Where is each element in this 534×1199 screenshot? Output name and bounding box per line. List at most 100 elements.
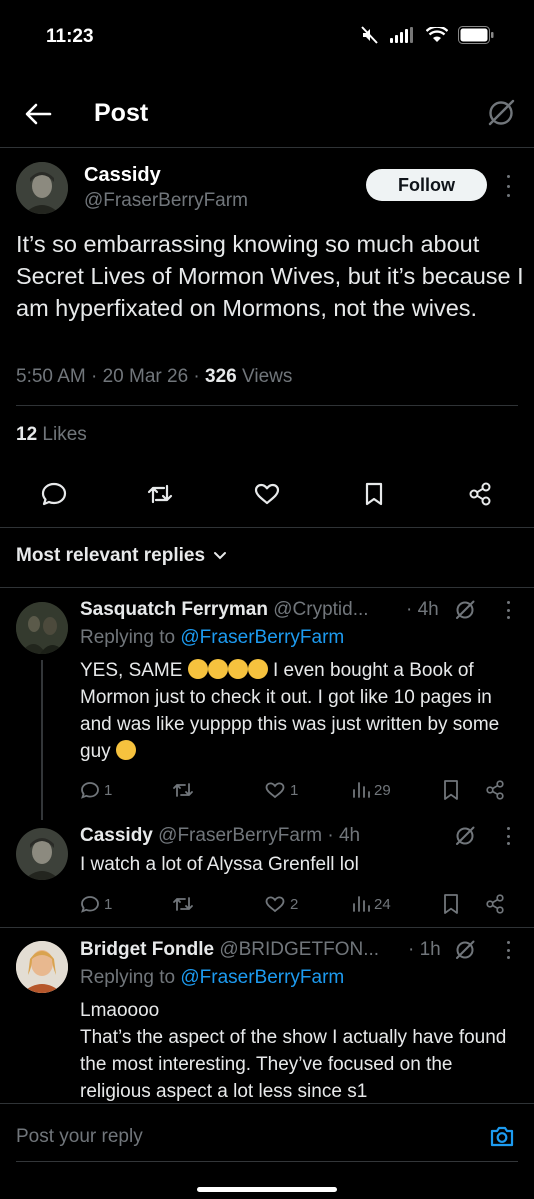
home-indicator[interactable] — [197, 1187, 337, 1192]
meta-divider — [16, 405, 518, 406]
replies-sort-dropdown[interactable]: Most relevant replies — [16, 545, 227, 567]
header-divider — [0, 147, 534, 148]
joy-emoji-icon — [207, 659, 228, 679]
reply-author-name[interactable]: Sasquatch Ferryman — [80, 599, 268, 620]
grok-icon[interactable] — [454, 939, 476, 961]
reply-more-icon[interactable] — [502, 827, 514, 845]
status-icons — [360, 26, 494, 44]
author-name[interactable]: Cassidy — [84, 164, 161, 187]
reply-reply-button[interactable]: 1 — [80, 890, 112, 918]
reply-more-icon[interactable] — [502, 941, 514, 959]
battery-icon — [458, 26, 494, 44]
reply-like-button[interactable]: 2 — [264, 890, 298, 918]
status-bar: 11:23 — [0, 0, 534, 80]
bookmark-icon[interactable] — [441, 779, 461, 801]
reply-input[interactable]: Post your reply — [16, 1126, 143, 1148]
reply-composer: Post your reply — [0, 1103, 534, 1199]
reply-count: 1 — [104, 781, 113, 799]
share-icon[interactable] — [466, 480, 494, 508]
reply-header: Cassidy @FraserBerryFarm · 4h — [80, 825, 360, 847]
post-views-label: Views — [236, 366, 293, 387]
likes-summary[interactable]: 12 Likes — [16, 424, 87, 446]
joy-emoji-icon — [227, 659, 248, 679]
chevron-down-icon — [214, 552, 227, 560]
like-icon — [265, 782, 285, 799]
likes-label: Likes — [37, 424, 87, 445]
camera-icon[interactable] — [488, 1122, 516, 1150]
replying-prefix: Replying to — [80, 627, 181, 648]
repost-icon[interactable] — [146, 480, 174, 508]
views-icon — [353, 896, 370, 912]
reply-repost-button[interactable] — [172, 776, 198, 804]
reply-views-button[interactable]: 29 — [352, 776, 391, 804]
reply-age: · 1h — [408, 939, 441, 960]
like-count: 1 — [290, 781, 299, 799]
like-icon — [265, 896, 285, 913]
joy-emoji-icon — [247, 659, 268, 679]
reply-avatar[interactable] — [16, 941, 68, 993]
reply-count: 1 — [104, 895, 113, 913]
reply-icon[interactable] — [40, 480, 68, 508]
reply-repost-button[interactable] — [172, 890, 198, 918]
avatar-image — [16, 941, 68, 993]
post-meta: 5:50 AM · 20 Mar 26 · 326 Views — [16, 366, 292, 388]
bookmark-icon[interactable] — [441, 893, 461, 915]
grok-icon[interactable] — [486, 98, 516, 128]
reply-author-name[interactable]: Cassidy — [80, 825, 153, 846]
grok-icon[interactable] — [454, 599, 476, 621]
replying-to-link[interactable]: @FraserBerryFarm — [180, 627, 344, 648]
silent-mode-icon — [361, 26, 378, 44]
post-text: It’s so embarrassing knowing so much abo… — [16, 231, 524, 321]
likes-count: 12 — [16, 424, 38, 445]
reply-age: · 4h — [322, 825, 361, 846]
views-count: 24 — [374, 895, 391, 913]
reply-age: · 4h — [406, 599, 439, 620]
repost-icon — [173, 783, 193, 797]
reply-reply-button[interactable]: 1 — [80, 776, 112, 804]
like-icon[interactable] — [253, 480, 281, 508]
reply-views-button[interactable]: 24 — [352, 890, 391, 918]
reply-text-rest: That’s the aspect of the show I actually… — [80, 1027, 507, 1102]
more-options-icon[interactable] — [502, 175, 514, 197]
composer-underline — [16, 1161, 518, 1162]
replying-to: Replying to @FraserBerryFarm — [80, 967, 344, 989]
replies-sort-label: Most relevant replies — [16, 545, 206, 566]
share-icon[interactable] — [484, 779, 506, 801]
grok-icon[interactable] — [454, 825, 476, 847]
reply-author-handle[interactable]: @Cryptid... — [273, 599, 368, 620]
repost-icon — [173, 897, 193, 911]
cellular-signal-icon — [390, 27, 413, 43]
views-icon — [353, 782, 370, 798]
avatar-image — [16, 162, 68, 214]
reply-header: Sasquatch Ferryman @Cryptid... — [80, 599, 369, 621]
action-divider — [0, 527, 534, 528]
reply-avatar[interactable] — [16, 828, 68, 880]
reply-text-line1: Lmaoooo — [80, 1000, 160, 1021]
author-handle[interactable]: @FraserBerryFarm — [84, 190, 248, 212]
avatar-image — [16, 602, 68, 654]
post-views-count: 326 — [205, 366, 237, 387]
back-arrow-icon[interactable] — [22, 98, 54, 130]
reply-text: YES, SAME I even bought a Book of Mormon… — [80, 657, 520, 765]
reply-action-bar: 1 1 29 — [0, 776, 534, 804]
reply-more-icon[interactable] — [502, 601, 514, 619]
bookmark-icon[interactable] — [360, 480, 388, 508]
status-time: 11:23 — [46, 26, 94, 47]
author-avatar[interactable] — [16, 162, 68, 214]
reply-icon — [81, 896, 99, 913]
reply-author-name[interactable]: Bridget Fondle — [80, 939, 214, 960]
reply-author-handle[interactable]: @FraserBerryFarm — [158, 825, 322, 846]
reply-like-button[interactable]: 1 — [264, 776, 298, 804]
follow-button[interactable]: Follow — [366, 169, 487, 201]
like-count: 2 — [290, 895, 299, 913]
post-timestamp: 5:50 AM · 20 Mar 26 · — [16, 366, 206, 387]
share-icon[interactable] — [484, 893, 506, 915]
replying-to-link[interactable]: @FraserBerryFarm — [180, 967, 344, 988]
avatar-image — [16, 828, 68, 880]
replying-prefix: Replying to — [80, 967, 181, 988]
page-title: Post — [94, 99, 149, 127]
reply-avatar[interactable] — [16, 602, 68, 654]
replies-header-divider — [0, 587, 534, 588]
reply-author-handle[interactable]: @BRIDGETFON... — [219, 939, 379, 960]
reply-text-part1: YES, SAME — [80, 660, 183, 681]
